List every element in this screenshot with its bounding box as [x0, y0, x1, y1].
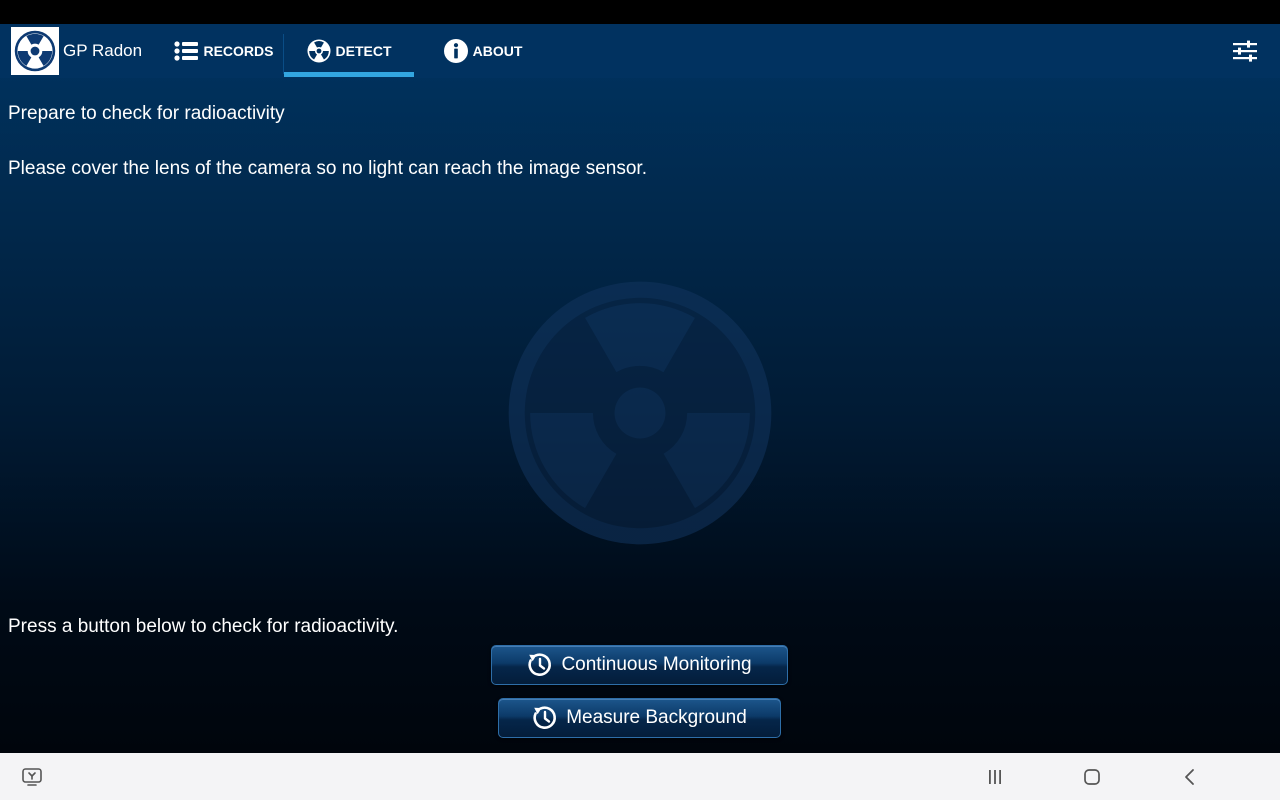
status-bar	[0, 0, 1280, 24]
keyboard-toggle-button[interactable]	[20, 765, 44, 789]
settings-button[interactable]	[1228, 37, 1262, 65]
app-title: GP Radon	[63, 41, 143, 60]
info-icon	[443, 39, 468, 63]
keyboard-icon	[22, 768, 42, 786]
active-tab-indicator	[284, 72, 414, 77]
tab-about-label: ABOUT	[472, 43, 523, 59]
tab-detect-label: DETECT	[335, 43, 392, 59]
radiation-watermark-icon	[508, 281, 772, 545]
radiation-icon	[14, 30, 56, 72]
prompt-text: Press a button below to check for radioa…	[8, 616, 399, 637]
tab-records[interactable]: RECORDS	[168, 24, 280, 78]
tab-records-label: RECORDS	[203, 43, 274, 59]
recents-button[interactable]	[983, 765, 1007, 789]
radiation-icon	[306, 39, 331, 63]
app-bar: GP Radon RECORDS DETECT ABOUT	[0, 24, 1280, 78]
tab-detect[interactable]: DETECT	[284, 24, 414, 78]
list-icon	[174, 41, 199, 61]
instruction-text: Please cover the lens of the camera so n…	[8, 158, 647, 179]
recents-icon	[989, 770, 1001, 784]
measure-background-label: Measure Background	[566, 707, 747, 728]
system-nav-bar	[0, 753, 1280, 800]
measure-background-button[interactable]: Measure Background	[498, 698, 781, 738]
tab-about[interactable]: ABOUT	[438, 24, 528, 78]
timer-icon	[533, 706, 557, 729]
back-button[interactable]	[1178, 765, 1202, 789]
page-heading: Prepare to check for radioactivity	[8, 103, 285, 124]
chevron-left-icon	[1185, 769, 1194, 785]
continuous-monitoring-button[interactable]: Continuous Monitoring	[491, 645, 788, 685]
home-icon	[1084, 769, 1100, 785]
timer-icon	[528, 653, 552, 676]
screen: GP Radon RECORDS DETECT ABOUT Prepare to…	[0, 0, 1280, 800]
home-button[interactable]	[1080, 765, 1104, 789]
continuous-monitoring-label: Continuous Monitoring	[561, 654, 752, 675]
sliders-icon	[1233, 40, 1257, 62]
app-logo	[11, 27, 59, 75]
app-window: GP Radon RECORDS DETECT ABOUT Prepare to…	[0, 24, 1280, 753]
